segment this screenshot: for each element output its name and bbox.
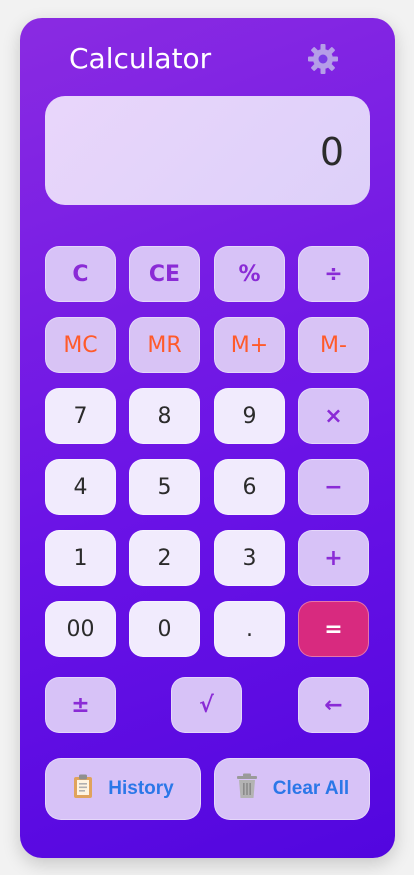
plus-minus-button[interactable]: ± [45, 677, 116, 733]
minus-button[interactable]: − [298, 459, 369, 515]
clear-all-button[interactable]: Clear All [214, 758, 370, 820]
digit-4-button[interactable]: 4 [45, 459, 116, 515]
memory-clear-button[interactable]: MC [45, 317, 116, 373]
memory-recall-button[interactable]: MR [129, 317, 200, 373]
multiply-button[interactable]: × [298, 388, 369, 444]
digit-8-button[interactable]: 8 [129, 388, 200, 444]
decimal-button[interactable]: . [214, 601, 285, 657]
memory-add-button[interactable]: M+ [214, 317, 285, 373]
percent-button[interactable]: % [214, 246, 285, 302]
history-button[interactable]: History [45, 758, 201, 820]
digit-6-button[interactable]: 6 [214, 459, 285, 515]
digit-3-button[interactable]: 3 [214, 530, 285, 586]
square-root-button[interactable]: √ [171, 677, 242, 733]
memory-subtract-button[interactable]: M- [298, 317, 369, 373]
gear-icon[interactable] [306, 42, 340, 76]
double-zero-button[interactable]: 00 [45, 601, 116, 657]
display-panel: 0 [45, 96, 370, 205]
plus-button[interactable]: + [298, 530, 369, 586]
clear-all-label: Clear All [272, 778, 350, 799]
digit-0-button[interactable]: 0 [129, 601, 200, 657]
digit-5-button[interactable]: 5 [129, 459, 200, 515]
display-value: 0 [319, 130, 344, 174]
clipboard-icon [72, 773, 94, 805]
clear-button[interactable]: C [45, 246, 116, 302]
app-title: Calculator [69, 42, 212, 75]
digit-9-button[interactable]: 9 [214, 388, 285, 444]
calculator-panel: Calculator 0 C CE % ÷ MC MR M+ M- 7 8 9 … [20, 18, 395, 858]
trash-icon [235, 773, 259, 805]
history-label: History [108, 778, 174, 799]
backspace-button[interactable]: ← [298, 677, 369, 733]
digit-2-button[interactable]: 2 [129, 530, 200, 586]
equals-button[interactable]: = [298, 601, 369, 657]
digit-1-button[interactable]: 1 [45, 530, 116, 586]
digit-7-button[interactable]: 7 [45, 388, 116, 444]
clear-entry-button[interactable]: CE [129, 246, 200, 302]
divide-button[interactable]: ÷ [298, 246, 369, 302]
